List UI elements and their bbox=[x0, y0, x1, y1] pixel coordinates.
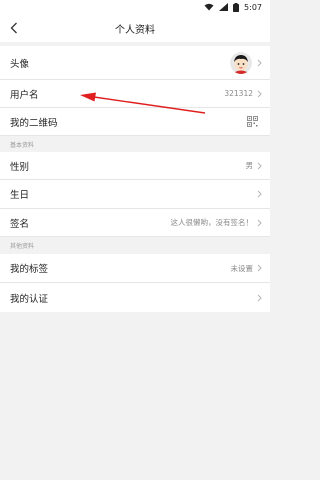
birthday-row[interactable]: 生日 bbox=[0, 180, 270, 209]
page-title: 个人资料 bbox=[115, 24, 155, 36]
qr-code-icon bbox=[247, 116, 258, 127]
row-label-username: 用户名 bbox=[10, 89, 39, 101]
nav-bar: 个人资料 bbox=[0, 14, 270, 42]
signature-value: 这人很懒哟，没有签名！ bbox=[170, 218, 254, 227]
chevron-right-icon bbox=[257, 59, 262, 67]
back-button[interactable] bbox=[2, 14, 26, 42]
chevron-right-icon bbox=[257, 264, 262, 272]
username-row[interactable]: 用户名 321312 bbox=[0, 80, 270, 108]
section-header-other: 其他资料 bbox=[0, 238, 270, 252]
chevron-right-icon bbox=[257, 219, 262, 227]
tags-row[interactable]: 我的标签 未设置 bbox=[0, 254, 270, 283]
row-label-avatar: 头像 bbox=[10, 58, 30, 70]
tags-value: 未设置 bbox=[230, 263, 254, 273]
row-label-signature: 签名 bbox=[10, 218, 30, 230]
battery-icon bbox=[233, 2, 240, 12]
chevron-right-icon bbox=[257, 90, 262, 98]
row-label-verification: 我的认证 bbox=[10, 293, 49, 305]
row-label-birthday: 生日 bbox=[10, 190, 30, 201]
gender-value: 男 bbox=[245, 161, 254, 170]
chevron-right-icon bbox=[257, 294, 262, 302]
row-label-qrcode: 我的二维码 bbox=[10, 117, 58, 129]
status-bar: 5:07 bbox=[0, 0, 270, 14]
avatar bbox=[230, 51, 252, 74]
status-time: 5:07 bbox=[244, 2, 262, 12]
section-header-basic: 基本资料 bbox=[0, 137, 270, 151]
back-icon bbox=[10, 19, 18, 38]
chevron-right-icon bbox=[257, 190, 262, 198]
gender-row[interactable]: 性别 男 bbox=[0, 152, 270, 180]
username-value: 321312 bbox=[224, 89, 253, 98]
signal-icon bbox=[219, 3, 229, 11]
avatar-row[interactable]: 头像 bbox=[0, 46, 270, 80]
verification-row[interactable]: 我的认证 bbox=[0, 283, 270, 312]
row-label-tags: 我的标签 bbox=[10, 264, 49, 275]
chevron-right-icon bbox=[257, 162, 262, 170]
row-label-gender: 性别 bbox=[10, 161, 30, 173]
qrcode-row[interactable]: 我的二维码 bbox=[0, 108, 270, 136]
wifi-icon bbox=[204, 3, 214, 11]
signature-row[interactable]: 签名 这人很懒哟，没有签名！ bbox=[0, 209, 270, 237]
